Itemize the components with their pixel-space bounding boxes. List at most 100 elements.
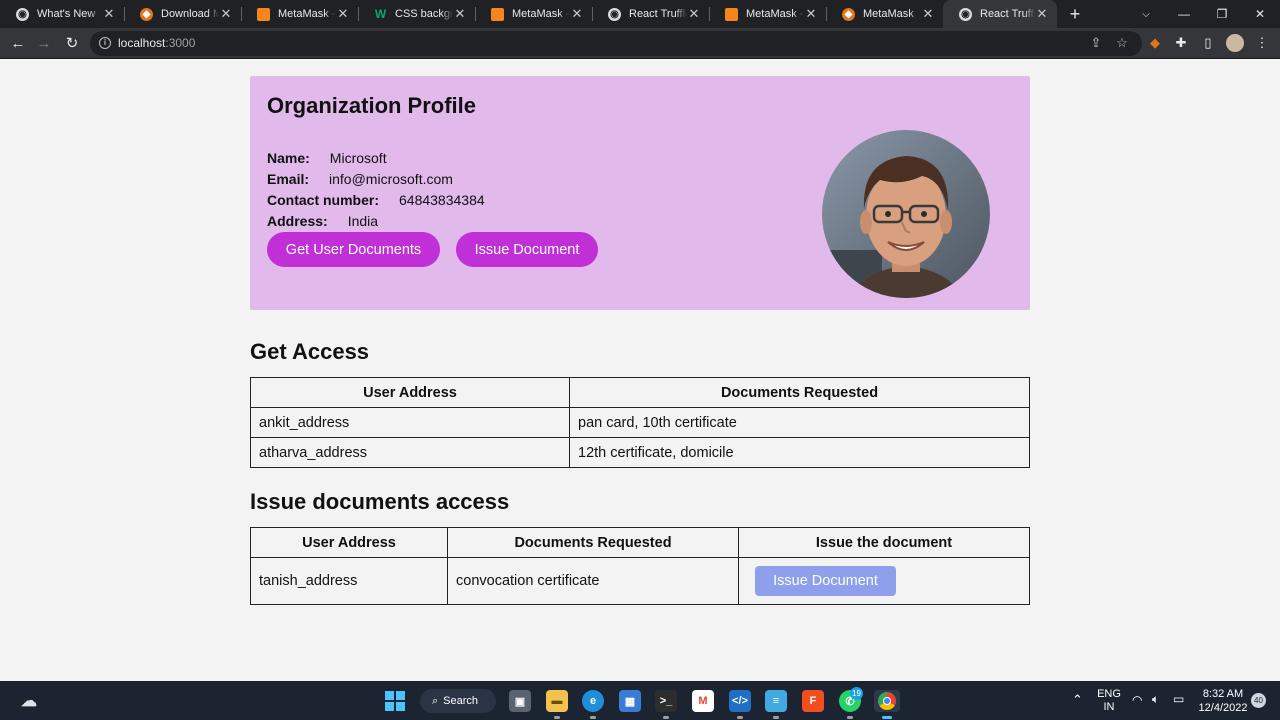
active-indicator [882, 716, 892, 719]
edge-icon[interactable]: e [582, 690, 604, 712]
organization-profile-card: Organization Profile Name: Microsoft Ema… [250, 76, 1030, 310]
close-icon[interactable]: ✕ [921, 6, 935, 22]
user-address-cell: ankit_address [250, 407, 570, 438]
tab-title: MetaMask - Chrome [746, 8, 804, 20]
back-arrow-icon[interactable]: ← [6, 31, 30, 55]
contact-row: Contact number: 64843834384 [267, 192, 485, 208]
column-header-user-address: User Address [250, 527, 448, 558]
close-icon[interactable]: ✕ [570, 6, 584, 22]
browser-tab[interactable]: MetaMask - Chrome ✕ [709, 0, 826, 28]
share-icon[interactable]: ⇪ [1088, 35, 1104, 51]
clock[interactable]: 8:32 AM 12/4/2022 [1196, 687, 1250, 715]
language-indicator[interactable]: ENG IN [1096, 688, 1122, 714]
browser-tab[interactable]: W CSS background ✕ [358, 0, 475, 28]
close-icon[interactable]: ✕ [102, 6, 116, 22]
profile-avatar-icon[interactable] [1226, 34, 1244, 52]
browser-tab[interactable]: ◆ Download MetaMask ✕ [124, 0, 241, 28]
browser-tab[interactable]: MetaMask - Chrome ✕ [475, 0, 592, 28]
tab-title: What's New [37, 8, 96, 20]
volume-icon[interactable]: 🔈︎ [1152, 692, 1159, 707]
browser-tab[interactable]: ◆ MetaMask ✕ [826, 0, 943, 28]
tab-title: React Truffle Box [980, 8, 1035, 20]
react-truffle-icon: ◉ [959, 7, 972, 21]
page-content: Organization Profile Name: Microsoft Ema… [0, 59, 1280, 681]
column-header-documents-requested: Documents Requested [447, 527, 739, 558]
taskbar-search[interactable]: ⌕ Search [420, 689, 496, 713]
figma-icon[interactable]: F [802, 690, 824, 712]
chrome-taskbar-icon[interactable] [874, 690, 900, 712]
close-icon[interactable]: ✕ [336, 6, 350, 22]
w3schools-icon: W [374, 7, 387, 21]
tab-search-chevron-icon[interactable]: ⌵ [1127, 0, 1165, 28]
wifi-icon[interactable]: ◠ [1132, 693, 1142, 707]
metamask-fox-icon: ◆ [842, 7, 855, 21]
running-indicator [590, 716, 596, 719]
get-access-table: User Address Documents Requested ankit_a… [250, 377, 1030, 468]
issue-access-heading: Issue documents access [250, 489, 510, 514]
address-value: India [347, 213, 379, 229]
address-bar[interactable]: i localhost:3000 ⇪ ☆ [90, 31, 1142, 56]
browser-toolbar: ← → ↻ i localhost:3000 ⇪ ☆ ◆ ✚ ▯ ⋮ [0, 28, 1280, 59]
tab-title: MetaMask - Chrome [512, 8, 570, 20]
contact-value: 64843834384 [399, 192, 485, 208]
notepad-icon[interactable]: ≡ [765, 690, 787, 712]
clock-date: 12/4/2022 [1198, 702, 1248, 714]
tab-title: MetaMask [863, 8, 914, 20]
kebab-menu-icon[interactable]: ⋮ [1253, 34, 1271, 52]
react-truffle-icon: ◉ [608, 7, 621, 21]
restore-icon[interactable]: ❐ [1203, 0, 1241, 28]
name-value: Microsoft [329, 150, 387, 166]
close-icon[interactable]: ✕ [219, 6, 233, 22]
weather-widget-icon[interactable]: ☁ [18, 690, 40, 712]
window-close-icon[interactable]: ✕ [1241, 0, 1279, 28]
running-indicator [554, 716, 560, 719]
close-icon[interactable]: ✕ [687, 6, 701, 22]
tab-title: CSS background [395, 8, 453, 20]
file-explorer-icon[interactable]: ▬ [546, 690, 568, 712]
close-icon[interactable]: ✕ [453, 6, 467, 22]
side-panel-icon[interactable]: ▯ [1199, 34, 1217, 52]
browser-tab-strip: ◉ What's New ✕ ◆ Download MetaMask ✕ Met… [0, 0, 1280, 28]
name-row: Name: Microsoft [267, 150, 387, 166]
issue-document-row-button[interactable]: Issue Document [755, 566, 896, 596]
bookmark-star-icon[interactable]: ☆ [1114, 35, 1130, 51]
notification-count-badge[interactable]: 40 [1251, 693, 1266, 708]
browser-tab[interactable]: ◉ What's New ✕ [0, 0, 124, 28]
issue-document-button[interactable]: Issue Document [456, 232, 598, 267]
windows-start-icon[interactable] [384, 690, 406, 712]
browser-tab-active[interactable]: ◉ React Truffle Box ✕ [943, 0, 1057, 28]
contact-label: Contact number: [267, 192, 379, 208]
documents-cell: convocation certificate [447, 557, 739, 605]
region-code: IN [1103, 701, 1115, 713]
microsoft-store-icon[interactable]: ▦ [619, 690, 641, 712]
minimize-icon[interactable]: — [1165, 0, 1203, 28]
name-label: Name: [267, 150, 310, 166]
tray-overflow-chevron-icon[interactable]: ⌃ [1072, 692, 1083, 708]
user-address-cell: atharva_address [250, 437, 570, 468]
user-address-cell: tanish_address [250, 557, 448, 605]
close-icon[interactable]: ✕ [1035, 6, 1049, 22]
running-indicator [663, 716, 669, 719]
gmail-icon[interactable]: M [692, 690, 714, 712]
table-row: ankit_address pan card, 10th certificate [250, 407, 1030, 438]
metamask-page-icon [257, 7, 270, 21]
email-row: Email: info@microsoft.com [267, 171, 453, 187]
running-indicator [737, 716, 743, 719]
vscode-icon[interactable]: </> [729, 690, 751, 712]
new-tab-plus-icon[interactable]: + [1066, 4, 1084, 24]
forward-arrow-icon[interactable]: → [32, 31, 56, 55]
task-view-icon[interactable]: ▣ [509, 690, 531, 712]
email-label: Email: [267, 171, 310, 187]
get-user-documents-button[interactable]: Get User Documents [267, 232, 440, 267]
reload-icon[interactable]: ↻ [60, 31, 84, 55]
terminal-icon[interactable]: >_ [655, 690, 677, 712]
close-icon[interactable]: ✕ [804, 6, 818, 22]
metamask-extension-icon[interactable]: ◆ [1146, 34, 1164, 52]
browser-tab[interactable]: ◉ React Truffle Box ✕ [592, 0, 709, 28]
tab-title: Download MetaMask [161, 8, 219, 20]
site-info-icon[interactable]: i [99, 37, 111, 49]
browser-tab[interactable]: MetaMask - Chrome ✕ [241, 0, 358, 28]
extensions-puzzle-icon[interactable]: ✚ [1172, 34, 1190, 52]
get-access-heading: Get Access [250, 339, 370, 364]
battery-icon[interactable]: ▭ [1173, 692, 1184, 706]
